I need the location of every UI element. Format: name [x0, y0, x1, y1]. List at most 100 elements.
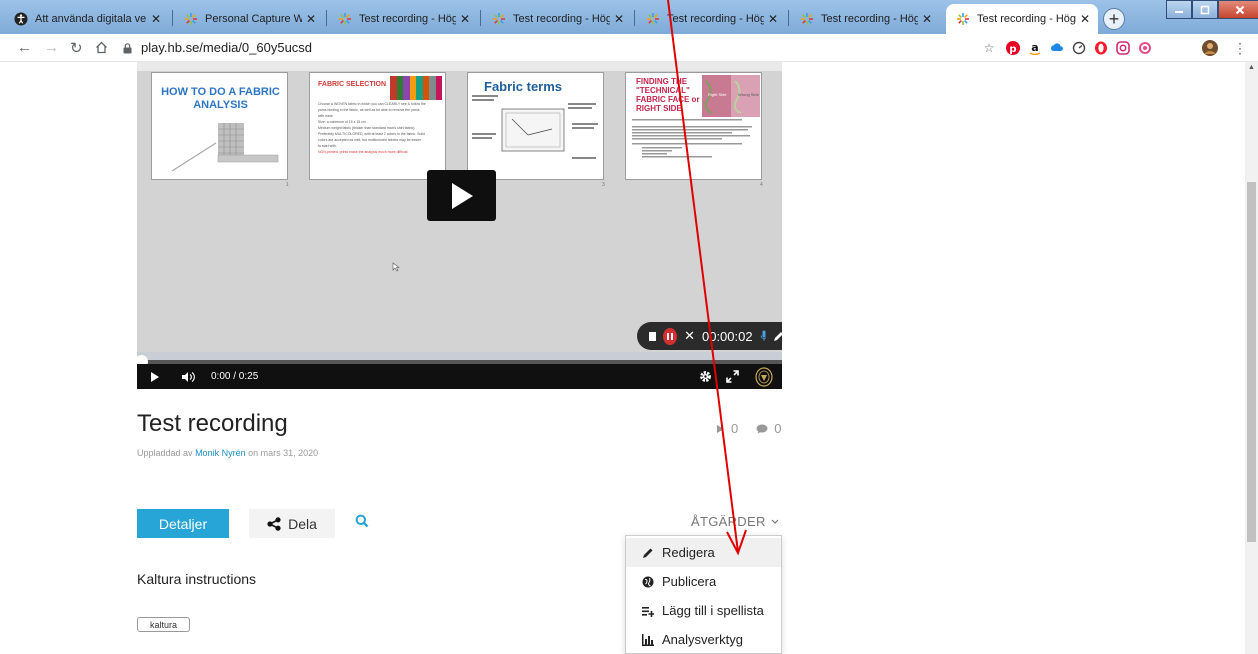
tag-chip[interactable]: kaltura — [137, 617, 191, 632]
back-icon[interactable]: ← — [17, 39, 32, 56]
close-icon[interactable]: ✕ — [1080, 12, 1090, 26]
screen-taskbar-strip — [137, 352, 782, 360]
minimize-icon[interactable] — [1166, 0, 1192, 19]
actions-dropdown-button[interactable]: ÅTGÄRDER — [691, 514, 779, 529]
chevron-down-icon — [771, 519, 779, 524]
instagram-icon[interactable] — [1115, 40, 1131, 56]
maximize-icon[interactable] — [1192, 0, 1218, 19]
slide-bullets: Choose a WOVEN fabric in which you can C… — [318, 102, 426, 154]
pause-icon[interactable] — [663, 327, 678, 345]
share-label: Dela — [288, 515, 317, 532]
slide-ribbon — [137, 62, 782, 71]
reload-icon[interactable]: ↻ — [70, 39, 83, 57]
kaltura-icon — [956, 12, 970, 26]
target-icon[interactable] — [1137, 40, 1153, 56]
cloud-icon[interactable] — [1049, 40, 1065, 56]
svg-text:a: a — [1031, 41, 1038, 54]
lock-icon[interactable] — [123, 41, 132, 54]
forward-icon[interactable]: → — [44, 39, 59, 56]
video-player[interactable]: HOW TO DO A FABRIC ANALYSIS 1 FABRIC SEL… — [137, 62, 782, 389]
recorder-widget: ✕ 00:00:02 — [637, 322, 782, 350]
fabric-swatches — [390, 76, 442, 100]
close-icon[interactable]: ✕ — [151, 12, 161, 26]
tab-title: Test recording - Högsk — [821, 13, 918, 25]
tab-title: Test recording - Högsk — [977, 13, 1076, 25]
slide-number: 3 — [602, 182, 605, 188]
close-icon[interactable]: ✕ — [460, 12, 470, 26]
bar-chart-icon — [642, 633, 654, 646]
slide-thumbnail: HOW TO DO A FABRIC ANALYSIS — [151, 72, 288, 180]
browser-tab[interactable]: Test recording - Högsk ✕ — [790, 6, 940, 32]
close-icon[interactable]: ✕ — [922, 12, 932, 26]
page-content: HOW TO DO A FABRIC ANALYSIS 1 FABRIC SEL… — [0, 62, 1258, 654]
play-icon — [451, 182, 473, 209]
pen-icon[interactable] — [773, 331, 782, 342]
close-icon[interactable]: ✕ — [614, 12, 624, 26]
tab-title: Personal Capture Walkt — [205, 13, 302, 25]
kaltura-icon — [800, 12, 814, 26]
pinterest-icon[interactable]: p — [1005, 40, 1021, 56]
tab-title: Att använda digitala ver — [35, 13, 147, 25]
close-icon[interactable]: ✕ — [684, 328, 695, 344]
window-controls — [1166, 0, 1258, 19]
tab-title: Test recording - Högsk — [513, 13, 610, 25]
share-icon — [267, 516, 281, 531]
opera-icon[interactable] — [1093, 40, 1109, 56]
home-icon[interactable] — [95, 39, 108, 58]
tab-share[interactable]: Dela — [249, 509, 335, 538]
close-icon[interactable]: ✕ — [306, 12, 316, 26]
browser-tab[interactable]: Test recording - Högsk ✕ — [328, 6, 478, 32]
search-icon[interactable] — [355, 514, 371, 530]
browser-tab-active[interactable]: Test recording - Högsk ✕ — [946, 4, 1098, 34]
fullscreen-icon[interactable] — [726, 364, 739, 389]
browser-tab[interactable]: Test recording - Högsk ✕ — [636, 6, 786, 32]
slide-title: FINDING THE "TECHNICAL" FABRIC FACE or R… — [636, 77, 700, 113]
menu-item-analytics[interactable]: Analysverktyg — [626, 625, 781, 654]
scrollbar-thumb[interactable] — [1247, 182, 1256, 542]
big-play-button[interactable] — [427, 170, 496, 221]
page-scrollbar[interactable]: ▲ — [1245, 62, 1258, 654]
close-icon[interactable]: ✕ — [768, 12, 778, 26]
play-icon[interactable] — [150, 364, 160, 389]
svg-text:p: p — [1009, 44, 1016, 55]
actions-dropdown-menu: Redigera Publicera Lägg till i spellista… — [625, 535, 782, 654]
menu-item-add-to-playlist[interactable]: Lägg till i spellista — [626, 596, 781, 625]
scroll-up-arrow-icon[interactable]: ▲ — [1245, 64, 1258, 74]
time-display: 0:00 / 0:25 — [211, 371, 259, 382]
slide-thumbnail: Fabric terms — [467, 72, 604, 180]
speed-icon[interactable] — [1071, 40, 1087, 56]
url-field[interactable]: play.hb.se/media/0_60y5ucsd — [141, 40, 312, 55]
tab-title: Test recording - Högsk — [667, 13, 764, 25]
new-tab-button[interactable]: + — [1103, 8, 1125, 30]
slide-thumbnail: FINDING THE "TECHNICAL" FABRIC FACE or R… — [625, 72, 762, 180]
browser-tab[interactable]: Att använda digitala ver ✕ — [4, 6, 169, 32]
plays-icon — [717, 424, 724, 433]
gear-icon[interactable] — [699, 364, 712, 389]
address-bar: ← → ↻ play.hb.se/media/0_60y5ucsd ☆ p a … — [0, 34, 1258, 62]
menu-item-publish[interactable]: Publicera — [626, 567, 781, 596]
university-logo-icon — [755, 364, 773, 389]
entry-description: Kaltura instructions — [137, 571, 257, 587]
volume-icon[interactable] — [181, 364, 195, 389]
comments-count: 0 — [774, 421, 782, 436]
plays-count: 0 — [731, 421, 739, 436]
kebab-menu-icon[interactable]: ⋮ — [1232, 40, 1248, 56]
slide-thumbnail: FABRIC SELECTION Choose a WOVEN fabric i… — [309, 72, 446, 180]
stop-icon[interactable] — [649, 331, 657, 341]
browser-tab[interactable]: Personal Capture Walkt ✕ — [174, 6, 324, 32]
microphone-icon[interactable] — [760, 330, 767, 342]
avatar[interactable] — [1202, 40, 1218, 56]
recorder-time: 00:00:02 — [701, 328, 753, 344]
kaltura-icon — [338, 12, 352, 26]
author-link[interactable]: Monik Nyrén — [195, 448, 246, 458]
tab-details[interactable]: Detaljer — [137, 509, 229, 538]
amazon-icon[interactable]: a — [1027, 40, 1043, 56]
slide-title: FABRIC SELECTION — [318, 81, 387, 88]
close-window-icon[interactable] — [1218, 0, 1258, 19]
accessibility-icon — [14, 12, 28, 26]
fabric-illustration — [171, 123, 279, 172]
bookmark-star-icon[interactable]: ☆ — [981, 40, 997, 56]
entry-stats: 0 0 — [716, 421, 781, 436]
browser-tab[interactable]: Test recording - Högsk ✕ — [482, 6, 632, 32]
menu-item-edit[interactable]: Redigera — [626, 538, 781, 567]
